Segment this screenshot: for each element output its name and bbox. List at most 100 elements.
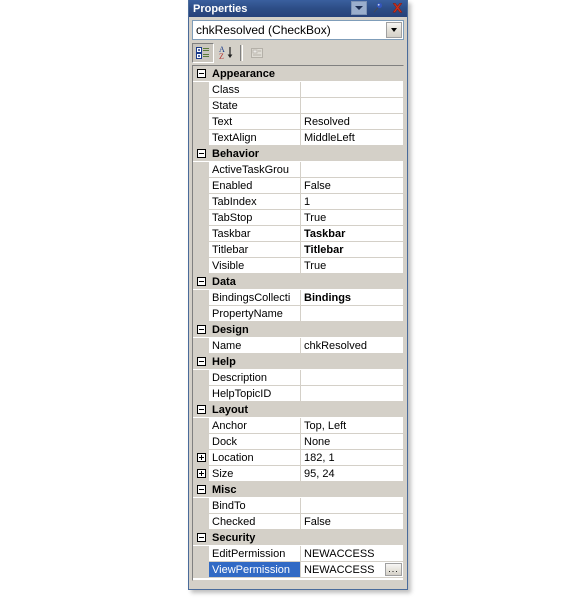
close-button[interactable]: [389, 1, 405, 15]
collapse-minus-icon[interactable]: [196, 69, 206, 78]
row-gutter[interactable]: [193, 274, 209, 289]
row-gutter[interactable]: [193, 466, 209, 481]
property-row[interactable]: Enabled False: [193, 178, 403, 194]
property-name-cell[interactable]: Location: [209, 450, 301, 465]
property-name-cell[interactable]: Enabled: [209, 178, 301, 193]
property-name-cell[interactable]: BindTo: [209, 498, 301, 513]
row-gutter[interactable]: [193, 530, 209, 545]
property-row[interactable]: Text Resolved: [193, 114, 403, 130]
property-value-cell[interactable]: 182, 1: [301, 450, 403, 465]
property-value-cell[interactable]: [301, 386, 403, 401]
expand-plus-icon[interactable]: [196, 469, 206, 478]
property-name-cell[interactable]: Anchor: [209, 418, 301, 433]
row-gutter[interactable]: [193, 450, 209, 465]
property-row[interactable]: Checked False: [193, 514, 403, 530]
property-row[interactable]: TabStop True: [193, 210, 403, 226]
property-name-cell[interactable]: Taskbar: [209, 226, 301, 241]
property-row[interactable]: State: [193, 98, 403, 114]
property-value-cell[interactable]: [301, 370, 403, 385]
property-row[interactable]: BindingsCollecti Bindings: [193, 290, 403, 306]
property-row[interactable]: HelpTopicID: [193, 386, 403, 402]
property-row[interactable]: ViewPermission NEWACCESS...: [193, 562, 403, 578]
property-value-cell[interactable]: [301, 162, 403, 177]
property-value-cell[interactable]: [301, 82, 403, 97]
property-name-cell[interactable]: Size: [209, 466, 301, 481]
property-name-cell[interactable]: Name: [209, 338, 301, 353]
property-name-cell[interactable]: Text: [209, 114, 301, 129]
property-row[interactable]: Location 182, 1: [193, 450, 403, 466]
property-name-cell[interactable]: Class: [209, 82, 301, 97]
property-name-cell[interactable]: BindingsCollecti: [209, 290, 301, 305]
collapse-minus-icon[interactable]: [196, 533, 206, 542]
property-row[interactable]: Class: [193, 82, 403, 98]
property-row[interactable]: Name chkResolved: [193, 338, 403, 354]
property-value-cell[interactable]: NEWACCESS: [301, 546, 403, 561]
value-ellipsis-button[interactable]: ...: [385, 563, 402, 576]
row-gutter[interactable]: [193, 66, 209, 81]
property-name-cell[interactable]: ActiveTaskGrou: [209, 162, 301, 177]
property-value-cell[interactable]: Bindings: [301, 290, 403, 305]
property-value-cell[interactable]: Taskbar: [301, 226, 403, 241]
collapse-minus-icon[interactable]: [196, 149, 206, 158]
property-name-cell[interactable]: TextAlign: [209, 130, 301, 145]
property-value-cell[interactable]: [301, 306, 403, 321]
property-category-row[interactable]: Help: [193, 354, 403, 370]
property-name-cell[interactable]: Dock: [209, 434, 301, 449]
row-gutter[interactable]: [193, 322, 209, 337]
property-name-cell[interactable]: Titlebar: [209, 242, 301, 257]
property-value-cell[interactable]: MiddleLeft: [301, 130, 403, 145]
property-category-row[interactable]: Layout: [193, 402, 403, 418]
property-row[interactable]: EditPermission NEWACCESS: [193, 546, 403, 562]
property-value-cell[interactable]: False: [301, 178, 403, 193]
property-name-cell[interactable]: ViewPermission: [209, 562, 301, 577]
property-row[interactable]: Taskbar Taskbar: [193, 226, 403, 242]
property-value-cell[interactable]: Titlebar: [301, 242, 403, 257]
property-row[interactable]: Anchor Top, Left: [193, 418, 403, 434]
collapse-minus-icon[interactable]: [196, 485, 206, 494]
property-category-row[interactable]: Design: [193, 322, 403, 338]
window-menu-dropdown-button[interactable]: [351, 1, 367, 15]
property-name-cell[interactable]: EditPermission: [209, 546, 301, 561]
property-value-cell[interactable]: True: [301, 258, 403, 273]
property-row[interactable]: Dock None: [193, 434, 403, 450]
property-row[interactable]: Description: [193, 370, 403, 386]
property-value-cell[interactable]: chkResolved: [301, 338, 403, 353]
property-row[interactable]: BindTo: [193, 498, 403, 514]
property-category-row[interactable]: Misc: [193, 482, 403, 498]
property-name-cell[interactable]: Description: [209, 370, 301, 385]
expand-plus-icon[interactable]: [196, 453, 206, 462]
row-gutter[interactable]: [193, 146, 209, 161]
property-category-row[interactable]: Appearance: [193, 66, 403, 82]
property-value-cell[interactable]: 1: [301, 194, 403, 209]
categorized-view-button[interactable]: [192, 42, 214, 63]
property-name-cell[interactable]: State: [209, 98, 301, 113]
property-value-cell[interactable]: [301, 498, 403, 513]
property-row[interactable]: ActiveTaskGrou: [193, 162, 403, 178]
row-gutter[interactable]: [193, 402, 209, 417]
property-value-cell[interactable]: None: [301, 434, 403, 449]
property-category-row[interactable]: Behavior: [193, 146, 403, 162]
property-row[interactable]: TabIndex 1: [193, 194, 403, 210]
collapse-minus-icon[interactable]: [196, 277, 206, 286]
property-category-row[interactable]: Security: [193, 530, 403, 546]
property-name-cell[interactable]: Visible: [209, 258, 301, 273]
property-pages-button[interactable]: [246, 43, 268, 63]
property-name-cell[interactable]: TabStop: [209, 210, 301, 225]
property-row[interactable]: Titlebar Titlebar: [193, 242, 403, 258]
collapse-minus-icon[interactable]: [196, 405, 206, 414]
property-value-cell[interactable]: [301, 98, 403, 113]
property-value-cell[interactable]: NEWACCESS...: [301, 562, 403, 577]
property-name-cell[interactable]: TabIndex: [209, 194, 301, 209]
property-category-row[interactable]: Data: [193, 274, 403, 290]
property-name-cell[interactable]: PropertyName: [209, 306, 301, 321]
row-gutter[interactable]: [193, 482, 209, 497]
property-name-cell[interactable]: Checked: [209, 514, 301, 529]
property-value-cell[interactable]: False: [301, 514, 403, 529]
auto-hide-pin-button[interactable]: [370, 1, 386, 15]
object-selector-combo[interactable]: chkResolved (CheckBox): [192, 20, 404, 40]
property-row[interactable]: TextAlign MiddleLeft: [193, 130, 403, 146]
property-row[interactable]: Visible True: [193, 258, 403, 274]
property-value-cell[interactable]: Resolved: [301, 114, 403, 129]
collapse-minus-icon[interactable]: [196, 357, 206, 366]
collapse-minus-icon[interactable]: [196, 325, 206, 334]
